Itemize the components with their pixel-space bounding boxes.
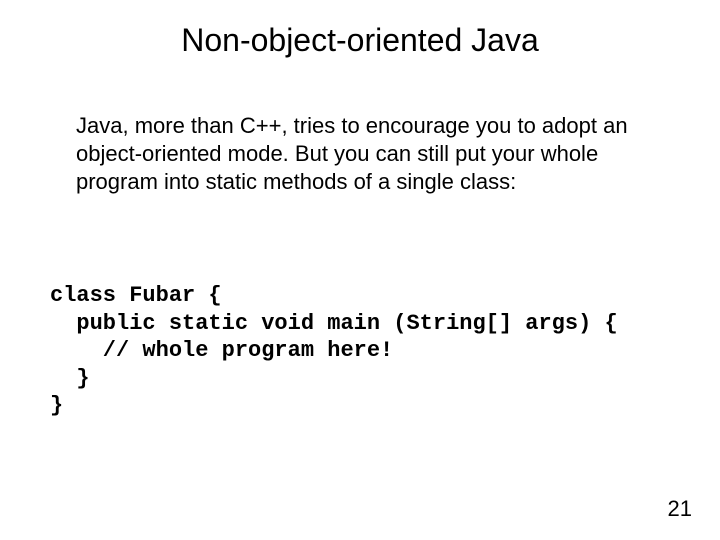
slide-title: Non-object-oriented Java — [0, 22, 720, 59]
code-block: class Fubar { public static void main (S… — [50, 282, 690, 420]
page-number: 21 — [668, 496, 692, 522]
slide-body-text: Java, more than C++, tries to encourage … — [76, 112, 636, 196]
slide: Non-object-oriented Java Java, more than… — [0, 0, 720, 540]
